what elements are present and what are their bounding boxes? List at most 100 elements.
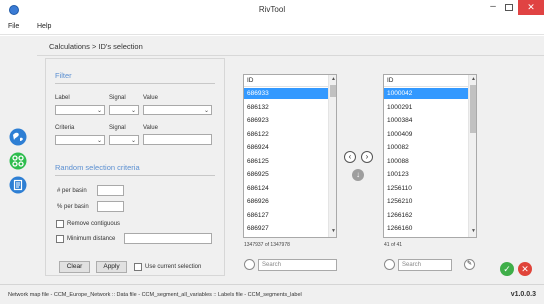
apply-button[interactable]: Apply — [96, 261, 127, 273]
chevron-down-icon: ⌄ — [96, 108, 102, 114]
signal-column-label-2: Signal — [109, 125, 126, 131]
menu-help[interactable]: Help — [37, 23, 51, 30]
list-item[interactable]: 1256110 — [384, 183, 468, 194]
ok-button[interactable]: ✓ — [500, 262, 514, 276]
list-item[interactable]: 686125 — [244, 156, 328, 167]
close-icon: ✕ — [521, 264, 529, 274]
list-item[interactable]: 686122 — [244, 129, 328, 140]
list-item[interactable]: 686933 — [244, 88, 328, 99]
criteria-column-label: Criteria — [55, 125, 75, 131]
filter-title: Filter — [55, 71, 72, 80]
list-item[interactable]: 686924 — [244, 142, 328, 153]
signal-column-label: Signal — [109, 95, 126, 101]
scroll-thumb[interactable] — [470, 85, 476, 133]
list-item[interactable]: 1266162 — [384, 210, 468, 221]
random-title: Random selection criteria — [55, 163, 140, 172]
available-count: 1347937 of 1347978 — [244, 242, 290, 248]
list-item[interactable]: 686132 — [244, 102, 328, 113]
list-item[interactable]: 1256210 — [384, 196, 468, 207]
list-header: ID — [244, 75, 328, 87]
label-column-label: Label — [55, 95, 70, 101]
selected-search-input[interactable]: Search — [398, 259, 452, 271]
chevron-down-icon: ⌄ — [203, 108, 209, 114]
list-item[interactable]: 100088 — [384, 156, 468, 167]
list-item[interactable]: 1000291 — [384, 102, 468, 113]
signal-dropdown-2[interactable]: ⌄ — [109, 135, 139, 145]
globe-icon[interactable] — [9, 128, 27, 146]
minimize-button[interactable]: – — [486, 1, 500, 15]
use-current-selection-label: Use current selection — [145, 264, 202, 270]
selected-ids-list[interactable]: ID 1000042 1000291 1000384 1000409 100082 100… — [383, 74, 477, 238]
checkmark-icon: ✓ — [503, 264, 511, 274]
list-item[interactable]: 1000409 — [384, 129, 468, 140]
maximize-icon — [505, 4, 513, 11]
list-item[interactable]: 686124 — [244, 183, 328, 194]
list-item[interactable]: 100123 — [384, 169, 468, 180]
arrow-down-icon[interactable]: ↓ — [352, 169, 364, 181]
scroll-down-icon[interactable]: ▼ — [469, 227, 476, 236]
per-basin-input[interactable] — [97, 185, 124, 196]
document-icon[interactable] — [9, 176, 27, 194]
filter-divider — [55, 83, 215, 84]
signal-dropdown[interactable]: ⌄ — [109, 105, 139, 115]
scrollbar[interactable]: ▲ ▼ — [328, 75, 336, 237]
scroll-up-icon[interactable]: ▲ — [329, 75, 336, 84]
minimum-distance-label: Minimum distance — [67, 236, 116, 242]
scroll-down-icon[interactable]: ▼ — [329, 227, 336, 236]
menu-file[interactable]: File — [8, 23, 19, 30]
close-window-button[interactable]: ✕ — [518, 0, 544, 15]
chevron-down-icon: ⌄ — [130, 138, 136, 144]
scrollbar[interactable]: ▲ ▼ — [468, 75, 476, 237]
selected-count: 41 of 41 — [384, 242, 403, 248]
maximize-button[interactable] — [502, 1, 516, 15]
list-item[interactable]: 686127 — [244, 210, 328, 221]
scroll-thumb[interactable] — [330, 85, 336, 97]
version-label: v1.0.0.3 — [510, 291, 536, 298]
status-text: Network map file - CCM_Europe_Network ::… — [8, 292, 302, 298]
list-item[interactable]: 100082 — [384, 142, 468, 153]
scroll-up-icon[interactable]: ▲ — [469, 75, 476, 84]
minimum-distance-checkbox[interactable] — [56, 235, 64, 243]
use-current-selection-checkbox[interactable] — [134, 263, 142, 271]
status-bar: Network map file - CCM_Europe_Network ::… — [0, 284, 544, 304]
network-icon[interactable] — [9, 152, 27, 170]
breadcrumb: Calculations > ID's selection — [49, 42, 143, 51]
list-item[interactable]: 686923 — [244, 115, 328, 126]
search-icon[interactable] — [384, 259, 395, 270]
cancel-button[interactable]: ✕ — [518, 262, 532, 276]
value-column-label-2: Value — [143, 125, 158, 131]
edit-icon[interactable]: ✎ — [464, 259, 475, 270]
clear-button[interactable]: Clear — [59, 261, 90, 273]
available-search-input[interactable]: Search — [258, 259, 337, 271]
value-column-label: Value — [143, 95, 158, 101]
minimum-distance-input[interactable] — [124, 233, 212, 244]
menu-bar: File Help — [0, 20, 544, 35]
window-title: RivTool — [258, 5, 286, 14]
list-item[interactable]: 686925 — [244, 169, 328, 180]
random-divider — [55, 175, 215, 176]
chevron-right-icon[interactable]: › — [361, 151, 373, 163]
per-basin-label: # per basin — [57, 188, 87, 194]
value-dropdown[interactable]: ⌄ — [143, 105, 212, 115]
list-header: ID — [384, 75, 468, 87]
title-bar: RivTool – ✕ — [0, 0, 544, 20]
pct-per-basin-input[interactable] — [97, 201, 124, 212]
pct-per-basin-label: % per basin — [57, 204, 89, 210]
left-rail — [0, 36, 37, 284]
list-item[interactable]: 1000384 — [384, 115, 468, 126]
list-item[interactable]: 1266160 — [384, 223, 468, 234]
value-input[interactable] — [143, 134, 212, 145]
criteria-dropdown[interactable]: ⌄ — [55, 135, 105, 145]
chevron-down-icon: ⌄ — [130, 108, 136, 114]
search-icon[interactable] — [244, 259, 255, 270]
remove-contiguous-checkbox[interactable] — [56, 220, 64, 228]
label-dropdown[interactable]: ⌄ — [55, 105, 105, 115]
list-item[interactable]: 686927 — [244, 223, 328, 234]
chevron-down-icon: ⌄ — [96, 138, 102, 144]
list-item[interactable]: 686926 — [244, 196, 328, 207]
available-ids-list[interactable]: ID 686933 686132 686923 686122 686924 686125 6… — [243, 74, 337, 238]
list-item[interactable]: 1000042 — [384, 88, 468, 99]
breadcrumb-bar: Calculations > ID's selection — [37, 36, 544, 56]
chevron-left-icon[interactable]: ‹ — [344, 151, 356, 163]
filter-panel: Filter Label Signal Value ⌄ ⌄ ⌄ Criteria… — [45, 58, 225, 276]
